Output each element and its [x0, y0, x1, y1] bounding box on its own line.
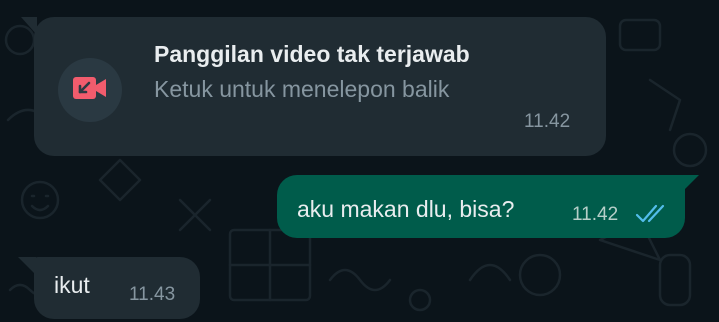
message-timestamp: 11.42: [572, 204, 619, 225]
missed-video-call-icon: [73, 76, 107, 104]
missed-call-subtitle[interactable]: Ketuk untuk menelepon balik: [154, 76, 449, 103]
outgoing-message-text: aku makan dlu, bisa?: [297, 196, 515, 222]
missed-video-call-icon-container[interactable]: [58, 58, 122, 122]
missed-call-title: Panggilan video tak terjawab: [154, 41, 470, 67]
message-timestamp: 11.42: [524, 111, 571, 132]
incoming-message-text: ikut: [54, 272, 90, 298]
double-check-icon: [635, 202, 669, 229]
message-timestamp: 11.43: [129, 284, 176, 305]
